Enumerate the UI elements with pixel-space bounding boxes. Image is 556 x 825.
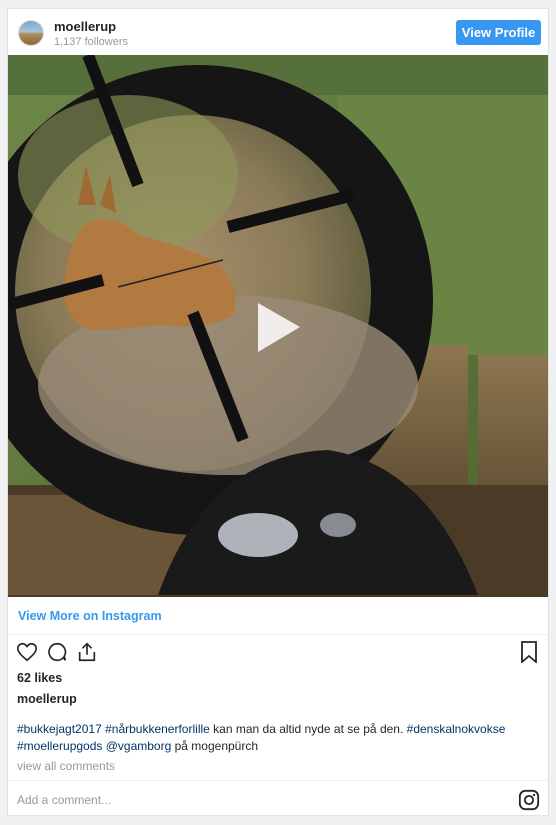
mention-link[interactable]: @vgamborg [106, 739, 172, 753]
hashtag-link[interactable]: #bukkejagt2017 [17, 722, 102, 736]
avatar[interactable] [18, 20, 44, 46]
heart-icon[interactable] [16, 641, 38, 668]
hashtag-link[interactable]: #nårbukkenerforlille [105, 722, 210, 736]
caption-text: #bukkejagt2017 #nårbukkenerforlille kan … [17, 721, 537, 755]
caption-body: kan man da altid nyde at se på den. [209, 722, 407, 736]
share-icon[interactable] [76, 641, 98, 668]
hashtag-link[interactable]: #moellerupgods [17, 739, 102, 753]
play-icon[interactable] [253, 300, 303, 355]
view-more-link[interactable]: View More on Instagram [18, 609, 162, 623]
caption-body: på mogenpürch [171, 739, 259, 753]
video-media[interactable] [8, 55, 548, 597]
add-comment-input[interactable]: Add a comment... [17, 793, 111, 807]
divider [8, 780, 548, 781]
hashtag-link[interactable]: #denskalnokvokse [407, 722, 506, 736]
caption-author[interactable]: moellerup [17, 692, 77, 706]
bookmark-icon[interactable] [520, 641, 538, 668]
instagram-logo-icon[interactable] [518, 789, 540, 816]
likes-count[interactable]: 62 likes [17, 671, 62, 685]
comment-icon[interactable] [46, 641, 68, 668]
divider [8, 634, 548, 635]
instagram-embed-card: moellerup 1,137 followers View Profile V… [7, 8, 549, 816]
post-header: moellerup 1,137 followers View Profile [8, 9, 548, 55]
username[interactable]: moellerup [54, 19, 116, 34]
followers-count: 1,137 followers [54, 36, 128, 48]
view-all-comments-link[interactable]: view all comments [17, 759, 115, 773]
view-profile-button[interactable]: View Profile [456, 20, 541, 45]
